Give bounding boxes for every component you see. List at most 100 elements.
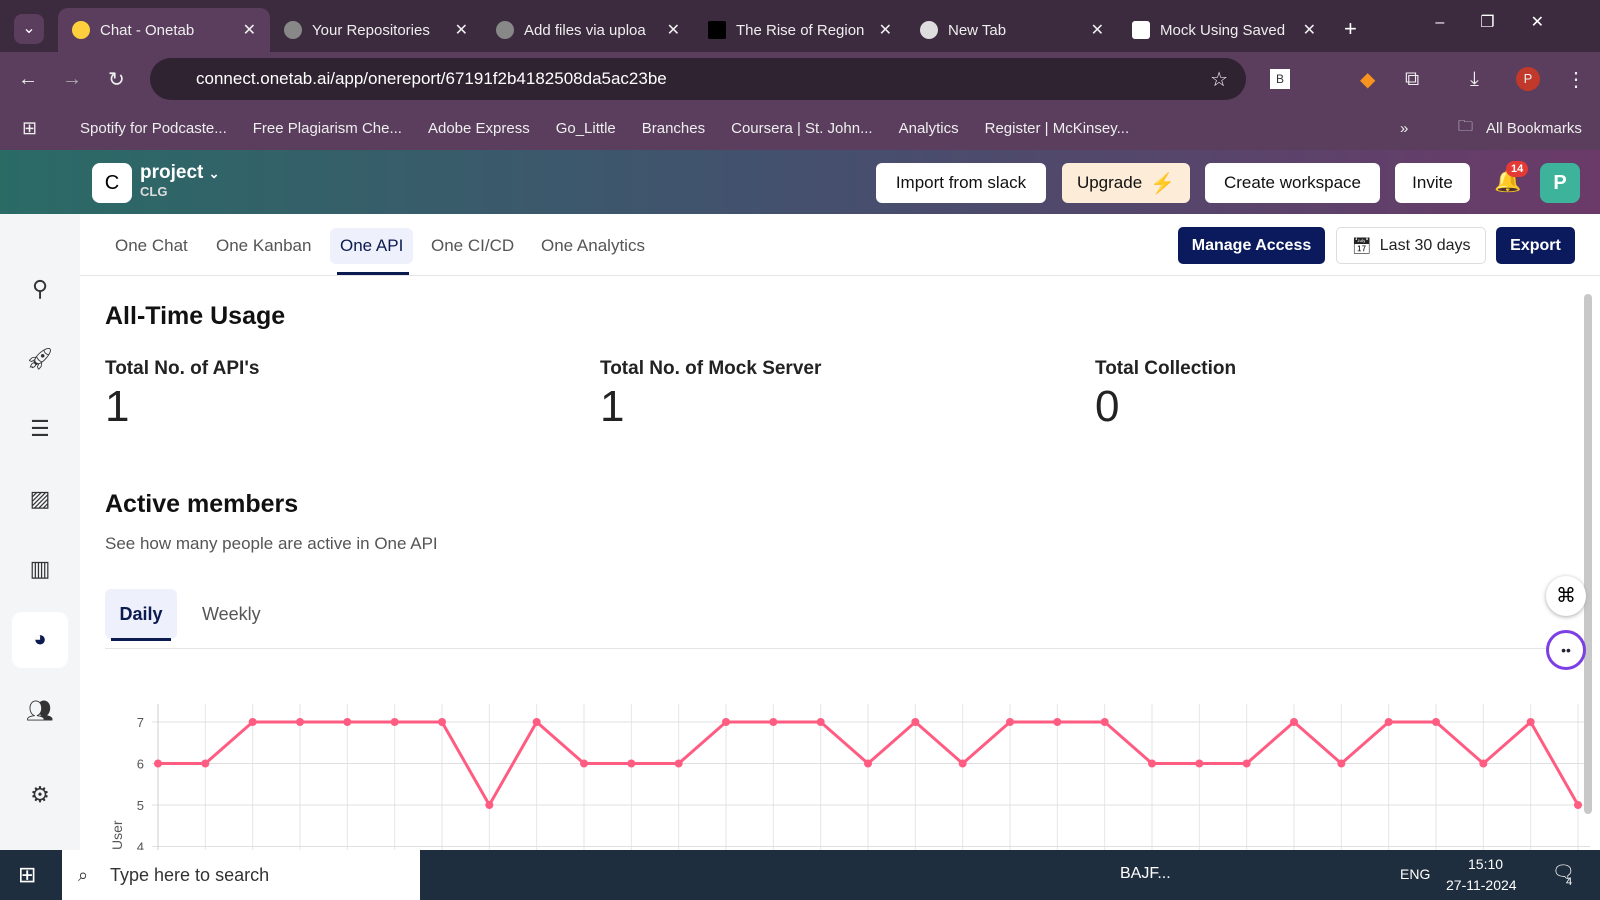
rocket-icon[interactable]: 🚀︎ bbox=[26, 346, 54, 374]
active-members-chart: 34567User bbox=[109, 704, 1590, 850]
close-icon[interactable]: ✕ bbox=[1303, 20, 1316, 40]
url-input[interactable]: connect.onetab.ai/app/onereport/67191f2b… bbox=[150, 58, 1246, 100]
scrollbar[interactable] bbox=[1584, 294, 1592, 814]
upgrade-label: Upgrade bbox=[1076, 173, 1143, 192]
import-slack-button[interactable]: Import from slack bbox=[876, 163, 1046, 203]
image-icon[interactable]: ▨ bbox=[26, 486, 54, 514]
users-icon[interactable]: 👥︎ bbox=[26, 698, 54, 726]
y-tick-label: 5 bbox=[137, 798, 144, 813]
manage-access-button[interactable]: Manage Access bbox=[1178, 227, 1325, 264]
assistant-bot-icon[interactable]: •• bbox=[1546, 630, 1586, 670]
tab-one-analytics[interactable]: One Analytics bbox=[531, 228, 655, 264]
bookmark[interactable]: Register | McKinsey... bbox=[985, 120, 1130, 137]
taskbar-search[interactable]: ⌕ Type here to search bbox=[62, 850, 420, 900]
close-icon[interactable]: ✕ bbox=[1091, 20, 1104, 40]
bookmark[interactable]: Go_Little bbox=[556, 120, 616, 137]
browser-tab-bar: ⌄ Chat - Onetab ✕ Your Repositories ✕ Add … bbox=[0, 0, 1600, 52]
date-range-button[interactable]: 📅︎ Last 30 days bbox=[1336, 227, 1486, 264]
sidebar-item-reports[interactable]: ◕ bbox=[12, 612, 68, 668]
browser-tab[interactable]: Your Repositories ✕ bbox=[270, 8, 482, 52]
windows-start-icon[interactable]: ⊞ bbox=[18, 862, 36, 888]
taskbar-app[interactable]: BAJF... bbox=[1120, 865, 1171, 883]
bookmark[interactable]: Spotify for Podcaste... bbox=[80, 120, 227, 137]
bar-chart-icon[interactable]: ▥ bbox=[26, 556, 54, 584]
clock-time[interactable]: 15:10 bbox=[1468, 856, 1503, 872]
menu-icon[interactable]: ⋮ bbox=[1566, 67, 1586, 92]
window-controls[interactable]: –❐✕ bbox=[1435, 12, 1580, 32]
metamask-icon[interactable]: ◆ bbox=[1360, 67, 1375, 92]
tab-one-kanban[interactable]: One Kanban bbox=[206, 228, 321, 264]
tab-daily[interactable]: Daily bbox=[105, 589, 177, 639]
data-point bbox=[154, 759, 162, 768]
download-icon[interactable]: ⤓ bbox=[1470, 68, 1479, 91]
close-icon[interactable]: ✕ bbox=[455, 20, 468, 40]
tab-one-api[interactable]: One API bbox=[330, 228, 414, 264]
project-name: project bbox=[140, 162, 204, 183]
chrome-icon bbox=[920, 21, 938, 39]
profile-avatar[interactable]: P bbox=[1516, 67, 1540, 91]
stat-label: Total Collection bbox=[1095, 358, 1237, 379]
bookmark[interactable]: Branches bbox=[642, 120, 705, 137]
reload-icon[interactable]: ↻ bbox=[108, 67, 125, 92]
browser-tab[interactable]: New Tab ✕ bbox=[906, 8, 1118, 52]
browser-tab[interactable]: Add files via uploa ✕ bbox=[482, 8, 694, 52]
language-indicator[interactable]: ENG bbox=[1400, 866, 1430, 882]
browser-tab[interactable]: The Rise of Region ✕ bbox=[694, 8, 906, 52]
back-icon[interactable]: ← bbox=[18, 68, 38, 91]
extension-icon[interactable]: B bbox=[1270, 69, 1290, 89]
tab-one-cicd[interactable]: One CI/CD bbox=[421, 228, 524, 264]
clock-date[interactable]: 27-11-2024 bbox=[1446, 877, 1517, 893]
data-point bbox=[864, 759, 872, 768]
data-point bbox=[1100, 718, 1109, 726]
bookmark[interactable]: Coursera | St. John... bbox=[731, 120, 872, 137]
app-header: C project ⌄ CLG Import from slack Upgrad… bbox=[0, 150, 1600, 214]
search-icon: ⌕ bbox=[78, 864, 89, 885]
active-tab-indicator bbox=[337, 272, 409, 275]
taskbar: ⊞ ⌕ Type here to search BAJF... ENG 15:10… bbox=[0, 850, 1600, 900]
apps-icon[interactable]: ⊞ bbox=[22, 118, 37, 139]
workspace-switcher[interactable]: project ⌄ CLG bbox=[140, 162, 220, 199]
browser-tab[interactable]: Mock Using Saved ✕ bbox=[1118, 8, 1330, 52]
database-icon[interactable]: ☰ bbox=[26, 416, 54, 444]
all-bookmarks[interactable]: All Bookmarks bbox=[1486, 120, 1582, 137]
tab-title: Add files via uploa bbox=[524, 21, 646, 39]
tab-title: Your Repositories bbox=[312, 21, 430, 39]
notification-count: 4 bbox=[1566, 876, 1573, 888]
invite-button[interactable]: Invite bbox=[1395, 163, 1470, 203]
close-icon[interactable]: ✕ bbox=[667, 20, 680, 40]
data-point bbox=[1006, 718, 1014, 726]
apps-grid-icon[interactable]: ⌘ bbox=[1546, 576, 1586, 616]
stat-label: Total No. of Mock Server bbox=[600, 358, 822, 379]
extensions-icon[interactable]: ⧉ bbox=[1405, 68, 1419, 91]
stat-value: 1 bbox=[600, 382, 625, 431]
user-avatar[interactable]: P bbox=[1540, 163, 1580, 203]
data-point bbox=[1053, 718, 1062, 726]
data-point bbox=[911, 718, 920, 726]
gear-icon[interactable]: ⚙ bbox=[26, 782, 54, 810]
bookmark[interactable]: Free Plagiarism Che... bbox=[253, 120, 402, 137]
data-point bbox=[627, 759, 636, 768]
bookmark[interactable]: Analytics bbox=[899, 120, 959, 137]
new-tab-icon[interactable]: + bbox=[1344, 16, 1357, 42]
upgrade-button[interactable]: Upgrade ⚡ bbox=[1062, 163, 1190, 203]
star-icon[interactable]: ☆ bbox=[1210, 67, 1228, 92]
stat-value: 1 bbox=[105, 382, 130, 431]
more-bookmarks-icon[interactable]: » bbox=[1400, 120, 1408, 137]
main-content: One Chat One Kanban One API One CI/CD On… bbox=[80, 214, 1600, 850]
bookmark[interactable]: Adobe Express bbox=[428, 120, 530, 137]
data-point bbox=[1479, 759, 1488, 768]
export-button[interactable]: Export bbox=[1496, 227, 1575, 264]
y-tick-label: 6 bbox=[137, 757, 144, 772]
create-workspace-button[interactable]: Create workspace bbox=[1205, 163, 1380, 203]
forward-icon[interactable]: → bbox=[62, 68, 82, 91]
close-icon[interactable]: ✕ bbox=[243, 20, 256, 40]
tab-one-chat[interactable]: One Chat bbox=[105, 228, 198, 264]
members-title: Active members bbox=[105, 490, 299, 518]
tab-weekly[interactable]: Weekly bbox=[202, 589, 261, 639]
workspace-logo[interactable]: C bbox=[92, 163, 132, 203]
integration-icon[interactable]: ⚲ bbox=[26, 276, 54, 304]
data-point bbox=[816, 718, 825, 726]
tab-search-icon[interactable]: ⌄ bbox=[14, 14, 44, 44]
close-icon[interactable]: ✕ bbox=[879, 20, 892, 40]
browser-tab[interactable]: Chat - Onetab ✕ bbox=[58, 8, 270, 52]
